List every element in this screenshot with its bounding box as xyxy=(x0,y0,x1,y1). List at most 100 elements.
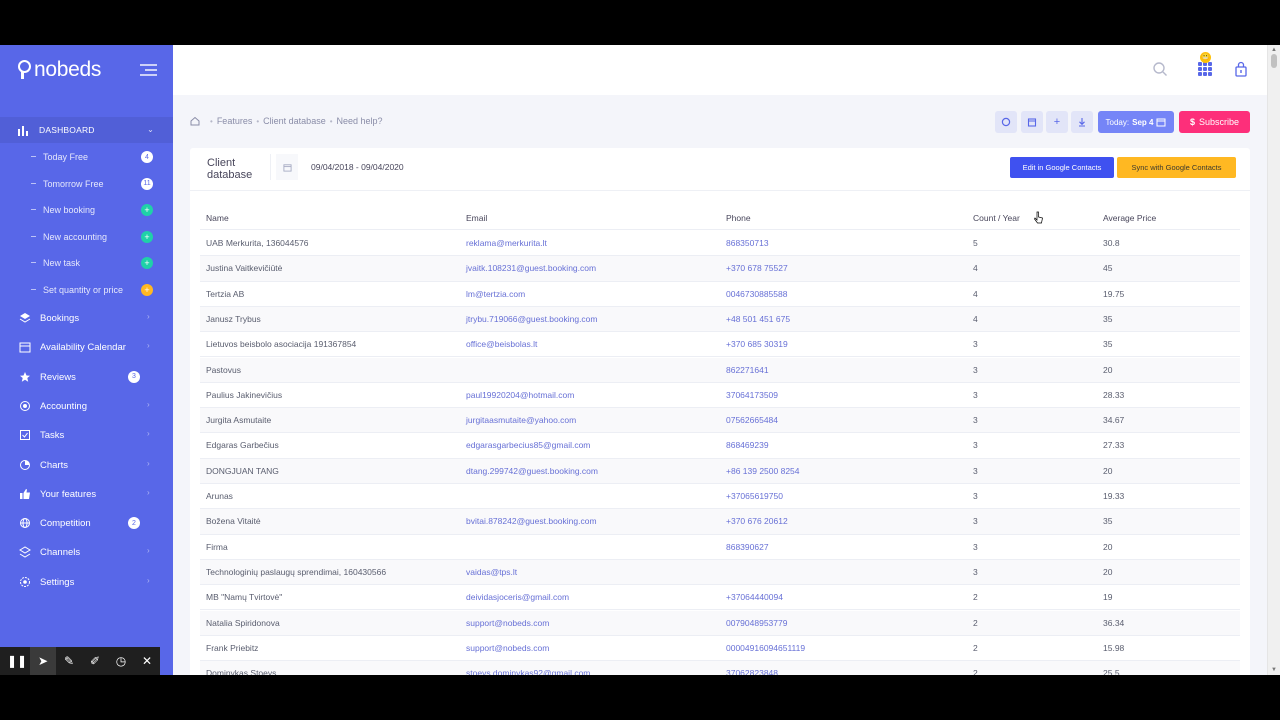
sidebar-subitem[interactable]: New task + xyxy=(0,251,173,275)
cell-email[interactable]: support@nobeds.com xyxy=(466,618,549,628)
table-row[interactable]: Arunas +37065619750 3 19.33 xyxy=(200,484,1240,510)
cell-phone[interactable]: 0079048953779 xyxy=(726,618,787,628)
table-row[interactable]: Firma 868390627 3 20 xyxy=(200,535,1240,560)
sidebar-subitem[interactable]: New booking + xyxy=(0,198,173,222)
cell-phone[interactable]: 37064173509 xyxy=(726,390,778,400)
table-row[interactable]: Paulius Jakinevičius paul19920204@hotmail… xyxy=(200,383,1240,409)
cell-email[interactable]: dtang.299742@guest.booking.com xyxy=(466,466,598,476)
breadcrumb-need-help[interactable]: Need help? xyxy=(337,116,383,126)
table-row[interactable]: Pastovus 862271641 3 20 xyxy=(200,357,1240,383)
sidebar-item-availability-calendar[interactable]: Availability Calendar › xyxy=(0,336,173,360)
cell-phone[interactable]: 862271641 xyxy=(726,365,769,375)
sidebar-item-charts[interactable]: Charts › xyxy=(0,454,173,478)
table-row[interactable]: Technologinių paslaugų sprendimai, 16043… xyxy=(200,559,1240,586)
table-row[interactable]: DONGJUAN TANG dtang.299742@guest.booking.… xyxy=(200,458,1240,484)
cell-phone[interactable]: +86 139 2500 8254 xyxy=(726,466,800,476)
sidebar-subitem[interactable]: New accounting + xyxy=(0,225,173,249)
table-row[interactable]: Jurgita Asmutaite jurgitaasmutaite@yahoo.… xyxy=(200,408,1240,434)
subscribe-button[interactable]: $ Subscribe xyxy=(1179,111,1250,133)
sidebar-subitem[interactable]: Today Free 4 xyxy=(0,145,173,169)
breadcrumb-features[interactable]: Features xyxy=(217,116,253,126)
apps-grid-icon[interactable] xyxy=(1198,62,1212,76)
cell-phone[interactable]: +48 501 451 675 xyxy=(726,314,790,324)
download-button[interactable] xyxy=(1071,111,1093,133)
sidebar-item-tasks[interactable]: Tasks › xyxy=(0,424,173,448)
scroll-down-icon[interactable]: ▼ xyxy=(1271,667,1277,673)
pen-icon[interactable]: ✎ xyxy=(56,647,82,675)
cell-phone[interactable]: 37062823848 xyxy=(726,668,778,675)
cell-email[interactable]: bvitai.878242@guest.booking.com xyxy=(466,516,597,526)
cell-email[interactable]: deividasjoceris@gmail.com xyxy=(466,592,569,602)
highlighter-icon[interactable]: ✐ xyxy=(82,647,108,675)
calendar-button[interactable] xyxy=(1021,111,1043,133)
column-header-name[interactable]: Name xyxy=(206,213,229,223)
timer-icon[interactable]: ◷ xyxy=(108,647,134,675)
home-icon[interactable] xyxy=(190,116,200,126)
cell-phone[interactable]: +370 678 75527 xyxy=(726,263,788,273)
scrollbar-thumb[interactable] xyxy=(1271,54,1277,68)
date-range-picker[interactable]: 09/04/2018 - 09/04/2020 xyxy=(270,154,457,180)
cell-phone[interactable]: +370 685 30319 xyxy=(726,339,788,349)
pause-icon[interactable]: ❚❚ xyxy=(4,647,30,675)
table-row[interactable]: Dominykas Stoeys stoeys.dominykas92@gmail… xyxy=(200,661,1240,675)
cell-email[interactable]: lm@tertzia.com xyxy=(466,289,525,299)
cell-email[interactable]: jvaitk.108231@guest.booking.com xyxy=(466,263,596,273)
close-icon[interactable]: ✕ xyxy=(134,647,160,675)
table-row[interactable]: Frank Priebitz support@nobeds.com 00004916… xyxy=(200,636,1240,662)
table-row[interactable]: Tertzia AB lm@tertzia.com 0046730885588 4 19… xyxy=(200,282,1240,307)
cell-phone[interactable]: 868390627 xyxy=(726,542,769,552)
sidebar-item-bookings[interactable]: Bookings › xyxy=(0,307,173,331)
cell-email[interactable]: stoeys.dominykas92@gmail.com xyxy=(466,668,590,675)
cell-phone[interactable]: +37065619750 xyxy=(726,491,783,501)
cell-phone[interactable]: 868469239 xyxy=(726,440,769,450)
cell-phone[interactable]: 0046730885588 xyxy=(726,289,787,299)
column-header-email[interactable]: Email xyxy=(466,213,487,223)
sidebar-item-your-features[interactable]: Your features › xyxy=(0,483,173,507)
sidebar-item-channels[interactable]: Channels › xyxy=(0,541,173,565)
chat-button[interactable] xyxy=(995,111,1017,133)
sidebar-item-competition[interactable]: Competition 2 xyxy=(0,512,173,536)
scroll-up-icon[interactable]: ▲ xyxy=(1271,47,1277,53)
search-icon[interactable] xyxy=(1152,61,1168,77)
cell-email[interactable]: reklama@merkurita.lt xyxy=(466,238,547,248)
cell-phone[interactable]: 00004916094651119 xyxy=(726,643,805,653)
table-row[interactable]: UAB Merkurita, 136044576 reklama@merkurit… xyxy=(200,231,1240,257)
sidebar-item-dashboard[interactable]: DASHBOARD ⌄ xyxy=(0,117,173,143)
cell-email[interactable]: support@nobeds.com xyxy=(466,643,549,653)
pointer-icon[interactable]: ➤ xyxy=(30,647,56,675)
logo[interactable]: nobeds xyxy=(16,57,101,83)
cell-phone[interactable]: +37064440094 xyxy=(726,592,783,602)
cell-phone[interactable]: +370 676 20612 xyxy=(726,516,788,526)
table-row[interactable]: Božena Vitaitė bvitai.878242@guest.bookin… xyxy=(200,509,1240,535)
lock-icon[interactable] xyxy=(1234,61,1248,77)
page-scrollbar[interactable]: ▲ ▼ xyxy=(1267,45,1280,675)
cell-phone[interactable]: 07562665484 xyxy=(726,415,778,425)
column-header-phone[interactable]: Phone xyxy=(726,213,751,223)
column-header-average-price[interactable]: Average Price xyxy=(1103,213,1156,223)
sidebar-item-reviews[interactable]: Reviews 3 xyxy=(0,366,173,390)
cell-email[interactable]: edgarasgarbecius85@gmail.com xyxy=(466,440,590,450)
cell-email[interactable]: office@beisbolas.lt xyxy=(466,339,537,349)
sidebar-item-accounting[interactable]: Accounting › xyxy=(0,395,173,419)
add-button[interactable]: + xyxy=(1046,111,1068,133)
cell-email[interactable]: paul19920204@hotmail.com xyxy=(466,390,574,400)
cell-phone[interactable]: 868350713 xyxy=(726,238,769,248)
table-row[interactable]: Justina Vaitkevičiūtė jvaitk.108231@guest… xyxy=(200,256,1240,282)
table-row[interactable]: Edgaras Garbečius edgarasgarbecius85@gmai… xyxy=(200,433,1240,459)
sidebar-subitem[interactable]: Tomorrow Free 11 xyxy=(0,172,173,196)
cell-email[interactable]: jurgitaasmutaite@yahoo.com xyxy=(466,415,576,425)
table-row[interactable]: Lietuvos beisbolo asociacija 191367854 of… xyxy=(200,332,1240,358)
sidebar-item-settings[interactable]: Settings › xyxy=(0,571,173,595)
cell-email[interactable]: vaidas@tps.lt xyxy=(466,567,517,577)
breadcrumb-client-database[interactable]: Client database xyxy=(263,116,326,126)
table-row[interactable]: MB "Namų Tvirtovė" deividasjoceris@gmail.… xyxy=(200,585,1240,611)
sidebar-subitem[interactable]: Set quantity or price + xyxy=(0,278,173,302)
menu-toggle-icon[interactable] xyxy=(140,64,157,76)
column-header-count-year[interactable]: Count / Year xyxy=(973,213,1020,223)
sync-with-google-contacts-button[interactable]: Sync with Google Contacts xyxy=(1117,157,1236,178)
cell-email[interactable]: jtrybu.719066@guest.booking.com xyxy=(466,314,598,324)
edit-in-google-contacts-button[interactable]: Edit in Google Contacts xyxy=(1010,157,1114,178)
today-date-button[interactable]: Today: Sep 4 xyxy=(1098,111,1174,133)
table-row[interactable]: Janusz Trybus jtrybu.719066@guest.booking… xyxy=(200,306,1240,333)
table-row[interactable]: Natalia Spiridonova support@nobeds.com 007… xyxy=(200,610,1240,636)
